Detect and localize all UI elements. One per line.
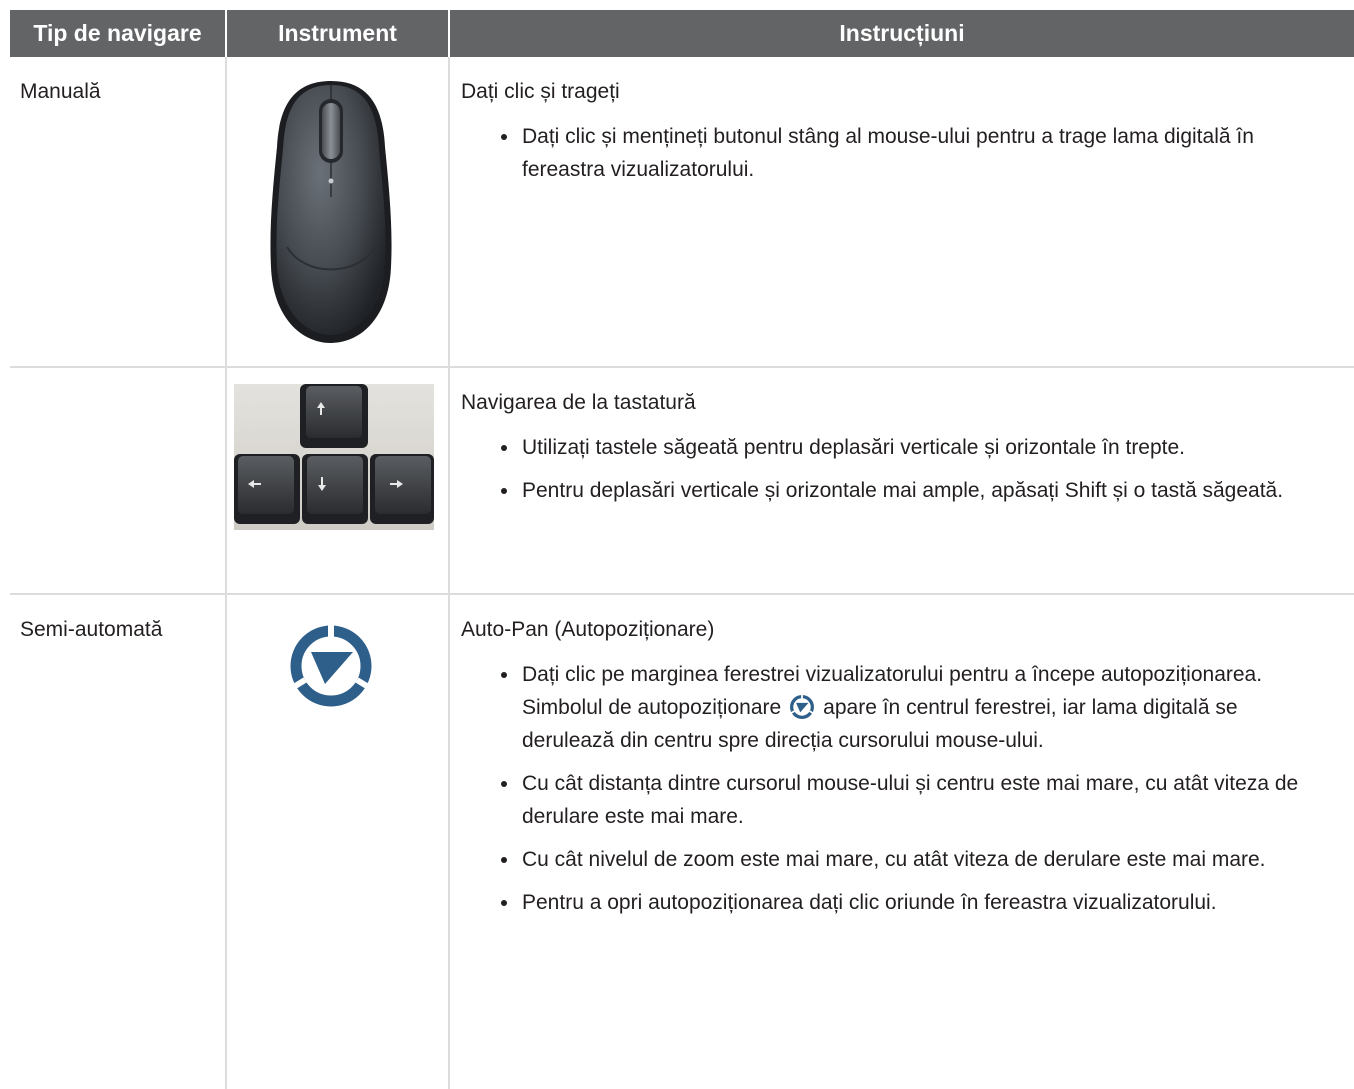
navigation-type-cell: [10, 367, 226, 595]
auto-pan-icon: [790, 694, 815, 719]
instruction-bullet: Cu cât distanța dintre cursorul mouse-ul…: [501, 767, 1354, 833]
navigation-table-page: Tip de navigare Instrument Instrucțiuni …: [0, 0, 1354, 1089]
instruction-list: Dați clic pe marginea ferestrei vizualiz…: [461, 658, 1354, 919]
arrow-keys-icon: [234, 384, 434, 530]
instructions-cell: Navigarea de la tastatură Utilizați tast…: [448, 367, 1354, 595]
table-row-semi-automatic: Semi-automată Auto-Pan (Autopoziționare)…: [10, 594, 1354, 1089]
navigation-type-cell: Manuală: [10, 57, 226, 368]
instruction-title: Navigarea de la tastatură: [461, 391, 696, 414]
instruction-title: Dați clic și trageți: [461, 80, 620, 103]
instructions-cell: Auto-Pan (Autopoziționare) Dați clic pe …: [448, 594, 1354, 1089]
table-row-keyboard: Navigarea de la tastatură Utilizați tast…: [10, 367, 1354, 595]
tool-cell: [225, 594, 449, 1089]
instruction-title: Auto-Pan (Autopoziționare): [461, 618, 715, 641]
instruction-bullet: Dați clic și mențineți butonul stâng al …: [501, 120, 1354, 186]
instruction-list: Dați clic și mențineți butonul stâng al …: [461, 120, 1354, 186]
tool-cell: [225, 57, 449, 368]
instruction-bullet: Dați clic pe marginea ferestrei vizualiz…: [501, 658, 1354, 757]
instruction-bullet: Cu cât nivelul de zoom este mai mare, cu…: [501, 843, 1354, 876]
instruction-bullet: Pentru a opri autopoziționarea dați clic…: [501, 886, 1354, 919]
table-row-manual: Manuală Dați clic și trageți Dați clic ș…: [10, 57, 1354, 368]
navigation-type-cell: Semi-automată: [20, 618, 163, 641]
tool-cell: [225, 367, 449, 595]
navigation-types-table: Tip de navigare Instrument Instrucțiuni …: [10, 10, 1354, 1089]
instruction-bullet: Pentru deplasări verticale și orizontale…: [501, 474, 1354, 507]
header-instructions: Instrucțiuni: [448, 10, 1354, 57]
auto-pan-icon: [290, 624, 372, 707]
instructions-cell: Dați clic și trageți Dați clic și mențin…: [448, 57, 1354, 368]
instruction-list: Utilizați tastele săgeată pentru deplasă…: [461, 431, 1354, 507]
instruction-bullet: Utilizați tastele săgeată pentru deplasă…: [501, 431, 1354, 464]
mouse-icon: [270, 81, 392, 343]
header-navigation-type: Tip de navigare: [10, 10, 226, 57]
header-tool: Instrument: [225, 10, 449, 57]
table-header: Tip de navigare Instrument Instrucțiuni: [10, 10, 1354, 57]
